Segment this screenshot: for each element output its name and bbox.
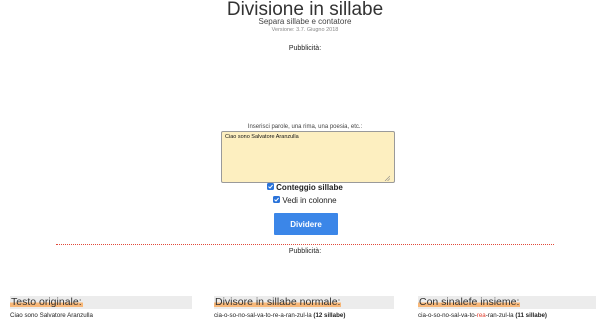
heading-text: Testo originale:	[10, 296, 83, 308]
result-sinalefe: Con sinalefe insieme: cia-o-so-no-sal-va…	[418, 296, 596, 319]
version-text: Versione: 3.7. Giugno 2018	[271, 27, 339, 33]
option-label-conteggio: Conteggio sillabe	[276, 183, 343, 192]
resize-grip-icon[interactable]	[384, 175, 390, 181]
result-heading: Testo originale:	[10, 296, 192, 309]
option-label-colonne: Vedi in colonne	[282, 196, 337, 205]
result-text: cia-o-so-no-sal-va-to-rea-ran-zul-la (11…	[418, 312, 596, 319]
result-normal: Divisore in sillabe normale: cia-o-so-no…	[214, 296, 394, 319]
ad-label-top: Pubblicità:	[288, 45, 322, 52]
result-heading: Con sinalefe insieme:	[418, 296, 596, 309]
divider	[56, 244, 554, 245]
syllable-count: (12 sillabe)	[313, 312, 346, 319]
page-subtitle: Separa sillabe e contatore	[258, 17, 352, 26]
option-vedi-colonne[interactable]: Vedi in colonne	[0, 196, 610, 205]
checkbox-checked-icon[interactable]	[267, 183, 275, 191]
ad-label-bottom: Pubblicità:	[288, 248, 322, 255]
checkbox-checked-icon[interactable]	[273, 196, 281, 204]
syllables-after: -ran-zul-la	[485, 312, 514, 319]
result-text: Ciao sono Salvatore Aranzulla	[10, 312, 93, 319]
sinalefe-highlight: rea	[476, 312, 486, 319]
syllable-count: (11 sillabe)	[515, 312, 547, 319]
syllables-text: cia-o-so-no-sal-va-to-re-a-ran-zul-la	[214, 312, 312, 319]
divide-button[interactable]: Dividere	[274, 213, 338, 235]
syllables-before: cia-o-so-no-sal-va-to-	[418, 312, 477, 319]
text-input[interactable]: Ciao sono Salvatore Aranzulla	[221, 131, 395, 183]
input-label: Inserisci parole, una rima, una poesia, …	[247, 124, 363, 130]
option-conteggio-sillabe[interactable]: Conteggio sillabe	[0, 183, 610, 192]
heading-text: Con sinalefe insieme:	[418, 296, 521, 308]
result-text: cia-o-so-no-sal-va-to-re-a-ran-zul-la (1…	[214, 312, 394, 319]
result-original: Testo originale: Ciao sono Salvatore Ara…	[10, 296, 192, 319]
heading-text: Divisore in sillabe normale:	[214, 296, 342, 308]
result-heading: Divisore in sillabe normale:	[214, 296, 394, 309]
